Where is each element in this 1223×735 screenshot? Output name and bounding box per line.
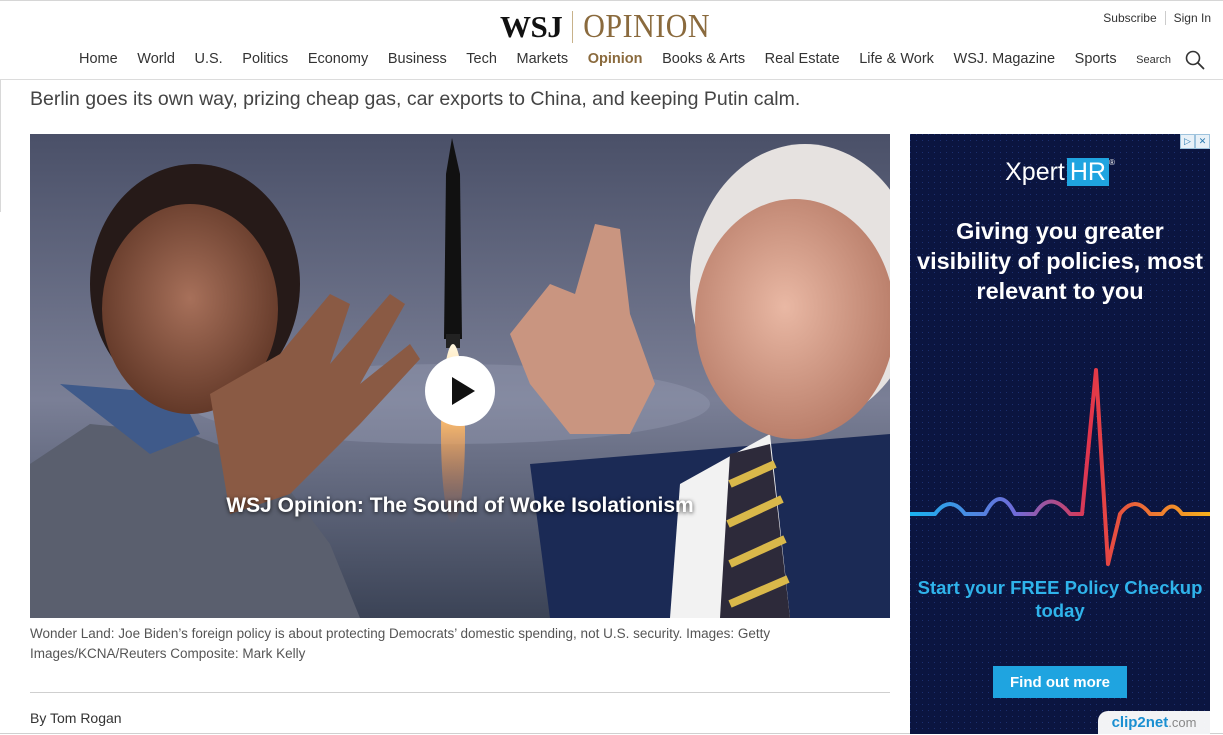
nav-item-economy[interactable]: Economy	[308, 51, 368, 67]
video-title: WSJ Opinion: The Sound of Woke Isolation…	[226, 494, 694, 517]
watermark-domain: .com	[1168, 715, 1197, 730]
byline: By Tom Rogan	[30, 710, 122, 726]
ad-close-icon[interactable]: ✕	[1195, 134, 1210, 149]
play-icon	[451, 377, 475, 405]
ad-brand-main: Xpert	[1005, 158, 1065, 186]
video-caption: Wonder Land: Joe Biden’s foreign policy …	[30, 626, 771, 661]
nav-item-sports[interactable]: Sports	[1075, 51, 1117, 67]
byline-divider	[30, 692, 890, 693]
main-nav: Home World U.S. Politics Economy Business Tech…	[0, 50, 1223, 73]
search-icon[interactable]	[1185, 50, 1205, 70]
video-player[interactable]: WSJ Opinion: The Sound of Woke Isolation…	[30, 134, 890, 618]
nav-item-life-work[interactable]: Life & Work	[859, 51, 934, 67]
search-control[interactable]: Search	[1136, 50, 1205, 70]
account-links: Subscribe Sign In	[1103, 11, 1211, 25]
nav-item-tech[interactable]: Tech	[466, 51, 497, 67]
site-header: WSJ OPINION Subscribe Sign In Home World U…	[0, 0, 1223, 80]
search-label: Search	[1136, 54, 1171, 66]
advertisement[interactable]: ▷ ✕ Xpert HR ® Giving you greater visibili…	[910, 134, 1210, 734]
sign-in-link[interactable]: Sign In	[1174, 11, 1211, 25]
play-button[interactable]	[425, 356, 495, 426]
clip2net-watermark: clip2net .com	[1098, 711, 1210, 734]
left-edge-rule	[0, 80, 1, 212]
ad-info-icon[interactable]: ▷	[1180, 134, 1195, 149]
nav-item-real-estate[interactable]: Real Estate	[765, 51, 840, 67]
nav-items: Home World U.S. Politics Economy Business Tech…	[79, 51, 1136, 67]
nav-item-opinion[interactable]: Opinion	[588, 51, 643, 67]
ad-brand-logo: Xpert HR ®	[910, 158, 1210, 187]
article-deck: Berlin goes its own way, prizing cheap g…	[30, 88, 801, 110]
nav-item-wsj-magazine[interactable]: WSJ. Magazine	[954, 51, 1056, 67]
ad-headline: Giving you greater visibility of policie…	[917, 218, 1203, 304]
subscribe-link[interactable]: Subscribe	[1103, 11, 1156, 25]
nav-item-home[interactable]: Home	[79, 51, 118, 67]
ad-choices[interactable]: ▷ ✕	[1180, 134, 1210, 149]
nav-item-business[interactable]: Business	[388, 51, 447, 67]
ad-cta-text: Start your FREE Policy Checkup today	[917, 577, 1203, 621]
nav-item-markets[interactable]: Markets	[517, 51, 569, 67]
nav-item-books-arts[interactable]: Books & Arts	[662, 51, 745, 67]
nav-item-politics[interactable]: Politics	[242, 51, 288, 67]
author-link[interactable]: Tom Rogan	[50, 710, 122, 726]
logo-section-text: OPINION	[583, 7, 711, 45]
watermark-name: clip2net	[1111, 714, 1169, 731]
wsj-opinion-logo[interactable]: WSJ OPINION	[500, 7, 711, 45]
ad-brand-accent: HR	[1066, 158, 1109, 186]
nav-item-u-s[interactable]: U.S.	[194, 51, 222, 67]
account-divider	[1164, 11, 1166, 25]
ad-find-out-more-button[interactable]: Find out more	[993, 666, 1127, 698]
byline-prefix: By	[30, 710, 47, 726]
logo-wsj-text: WSJ	[500, 9, 563, 44]
nav-item-world[interactable]: World	[137, 51, 175, 67]
page: WSJ OPINION Subscribe Sign In Home World U…	[0, 0, 1223, 735]
ad-brand-mark: ®	[1108, 158, 1115, 167]
logo-divider	[572, 11, 574, 43]
